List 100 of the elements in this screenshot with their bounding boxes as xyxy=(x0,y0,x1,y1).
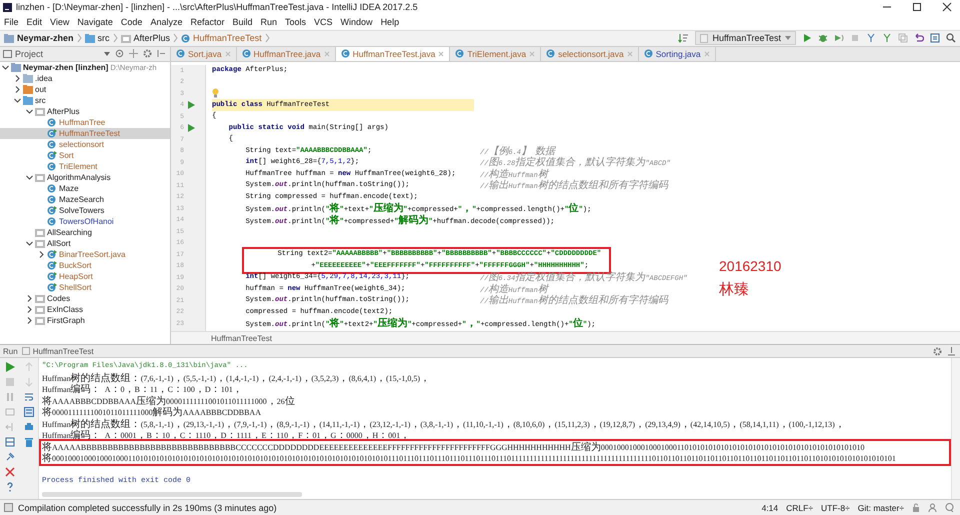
lock-icon[interactable] xyxy=(912,503,920,512)
annotation-text: 林臻 xyxy=(719,280,750,299)
menu-item[interactable]: Edit xyxy=(26,17,42,28)
tree-item[interactable]: TowersOfHanoi xyxy=(0,216,170,227)
menu-item[interactable]: Window xyxy=(340,17,373,28)
tree-item[interactable]: HuffmanTree xyxy=(0,116,170,128)
chevron-icon xyxy=(112,33,118,44)
menu-item[interactable]: VCS xyxy=(314,17,333,28)
menu-item[interactable]: Refactor xyxy=(190,17,224,28)
collapse-icon[interactable] xyxy=(129,49,138,58)
tree-item[interactable]: ExInClass xyxy=(0,304,170,315)
menu-item[interactable]: Analyze xyxy=(150,17,182,28)
editor-tab[interactable]: HuffmanTreeTest.java xyxy=(336,46,450,61)
settings-icon[interactable] xyxy=(143,49,152,58)
tree-item[interactable]: Sort xyxy=(0,150,170,161)
person-icon[interactable] xyxy=(928,503,937,512)
chat-bubble-icon[interactable] xyxy=(945,503,954,512)
tree-item[interactable]: Codes xyxy=(0,292,170,304)
print-icon[interactable] xyxy=(24,422,34,432)
class-icon xyxy=(47,118,57,127)
run-icon[interactable] xyxy=(188,100,195,109)
menu-item[interactable]: View xyxy=(50,17,70,28)
run-configuration-dropdown[interactable]: HuffmanTreeTest xyxy=(695,31,796,46)
exit-icon[interactable] xyxy=(4,422,14,432)
help-icon[interactable] xyxy=(4,482,14,492)
breadcrumb-item[interactable]: src xyxy=(84,33,110,44)
editor-tab[interactable]: selectionsort.java xyxy=(541,46,639,61)
status-message: Compilation completed successfully in 2s 190ms (3 minutes ago) xyxy=(18,502,277,513)
compare-icon[interactable] xyxy=(898,33,908,44)
settings-icon[interactable] xyxy=(933,346,942,356)
pin-icon[interactable] xyxy=(4,452,14,462)
scroll-to-end-icon[interactable] xyxy=(24,407,34,418)
tree-item[interactable]: AfterPlus xyxy=(0,106,170,117)
status-item[interactable]: UTF-8÷ xyxy=(821,502,850,513)
scrollbar[interactable] xyxy=(951,358,960,500)
hide-icon[interactable] xyxy=(157,49,166,58)
dropdown-caret-icon[interactable] xyxy=(104,52,110,56)
vcs-update-icon[interactable] xyxy=(866,33,876,44)
menu-item[interactable]: Help xyxy=(380,17,400,28)
menu-item[interactable]: Run xyxy=(260,17,278,28)
tree-item[interactable]: SolveTowers xyxy=(0,204,170,216)
tree-item[interactable]: AllSort xyxy=(0,238,170,249)
breadcrumb-item[interactable]: AfterPlus xyxy=(120,33,170,44)
coverage-icon[interactable] xyxy=(834,33,844,44)
trash-icon[interactable] xyxy=(24,437,34,448)
maximize-icon[interactable] xyxy=(912,2,922,12)
class-icon xyxy=(47,260,57,270)
class-icon xyxy=(546,49,556,58)
vcs-commit-icon[interactable] xyxy=(882,33,892,44)
tree-item[interactable]: ShellSort xyxy=(0,282,170,293)
tree-item[interactable]: .idea xyxy=(0,72,170,84)
tree-item[interactable]: out xyxy=(0,84,170,95)
tree-item[interactable]: BuckSort xyxy=(0,260,170,271)
tree-item[interactable]: AllSearching xyxy=(0,226,170,238)
close-icon[interactable] xyxy=(942,2,952,12)
console-line: Huffman树的结点数组：(5,8,-1,-1)，(29,13,-1,-1)，(7,9,-1,-1)，(8,9,-1,-1)，(14,11,-1,-1)，(23,12,-1,-1)，(3,8,-1,-1)，(11,10,-1,-1)，(8,10,6,0)，(15,11,2,3)，(19,12,8,7)，(29,13,4,9)，(42,14,10,5)，(58,14,1,11)，(100,-1,12,13)， xyxy=(42,418,845,430)
editor-tab[interactable]: Sort.java xyxy=(171,46,237,61)
tree-item[interactable]: BinarTreeSort.java xyxy=(0,248,170,260)
panel-toggle-icon[interactable] xyxy=(4,503,13,512)
menu-item[interactable]: Tools xyxy=(285,17,306,28)
target-icon[interactable] xyxy=(115,49,124,58)
hide-icon[interactable] xyxy=(947,346,956,356)
editor-tab[interactable]: TriElement.java xyxy=(450,46,542,61)
run-icon[interactable] xyxy=(188,124,195,132)
package-icon xyxy=(120,34,131,43)
panel-title[interactable]: Project xyxy=(3,48,44,59)
tree-item[interactable]: AlgorithmAnalysis xyxy=(0,172,170,183)
sort-icon[interactable] xyxy=(678,33,690,44)
tree-item[interactable]: src xyxy=(0,94,170,106)
tree-item[interactable]: TriElement xyxy=(0,160,170,172)
tree-item[interactable]: MazeSearch xyxy=(0,194,170,205)
search-icon[interactable] xyxy=(946,33,956,44)
layout-icon[interactable] xyxy=(4,437,14,448)
structure-icon[interactable] xyxy=(930,33,940,44)
tree-item[interactable]: FirstGraph xyxy=(0,314,170,326)
editor-tab[interactable]: HuffmanTree.java xyxy=(236,46,336,61)
undo-icon[interactable] xyxy=(914,33,924,44)
menu-item[interactable]: File xyxy=(4,17,19,28)
menu-item[interactable]: Code xyxy=(120,17,142,28)
scrollbar[interactable] xyxy=(42,492,302,498)
run-icon[interactable] xyxy=(4,362,14,372)
tree-item[interactable]: Maze xyxy=(0,182,170,194)
editor-breadcrumb[interactable]: HuffmanTreeTest xyxy=(211,334,272,343)
soft-wrap-icon[interactable] xyxy=(24,392,34,402)
menu-item[interactable]: Build xyxy=(232,17,252,28)
debug-icon[interactable] xyxy=(818,33,828,44)
status-item[interactable]: CRLF÷ xyxy=(786,502,814,513)
breadcrumb-item[interactable]: Neymar-zhen xyxy=(4,33,74,44)
run-icon[interactable] xyxy=(802,33,812,44)
tree-item[interactable]: selectionsort xyxy=(0,138,170,150)
tree-item[interactable]: HeapSort xyxy=(0,270,170,282)
menu-item[interactable]: Navigate xyxy=(77,17,113,28)
lightbulb-icon[interactable] xyxy=(212,88,219,98)
dump-icon[interactable] xyxy=(4,407,14,418)
pause-icon[interactable] xyxy=(4,392,14,402)
run-tab[interactable]: HuffmanTreeTest xyxy=(22,346,94,356)
editor-tab[interactable]: Sorting.java xyxy=(638,46,716,61)
status-item[interactable]: Git: master÷ xyxy=(858,502,904,513)
breadcrumb-item[interactable]: HuffmanTreeTest xyxy=(181,33,262,44)
status-item[interactable]: 4:14 xyxy=(762,502,778,513)
